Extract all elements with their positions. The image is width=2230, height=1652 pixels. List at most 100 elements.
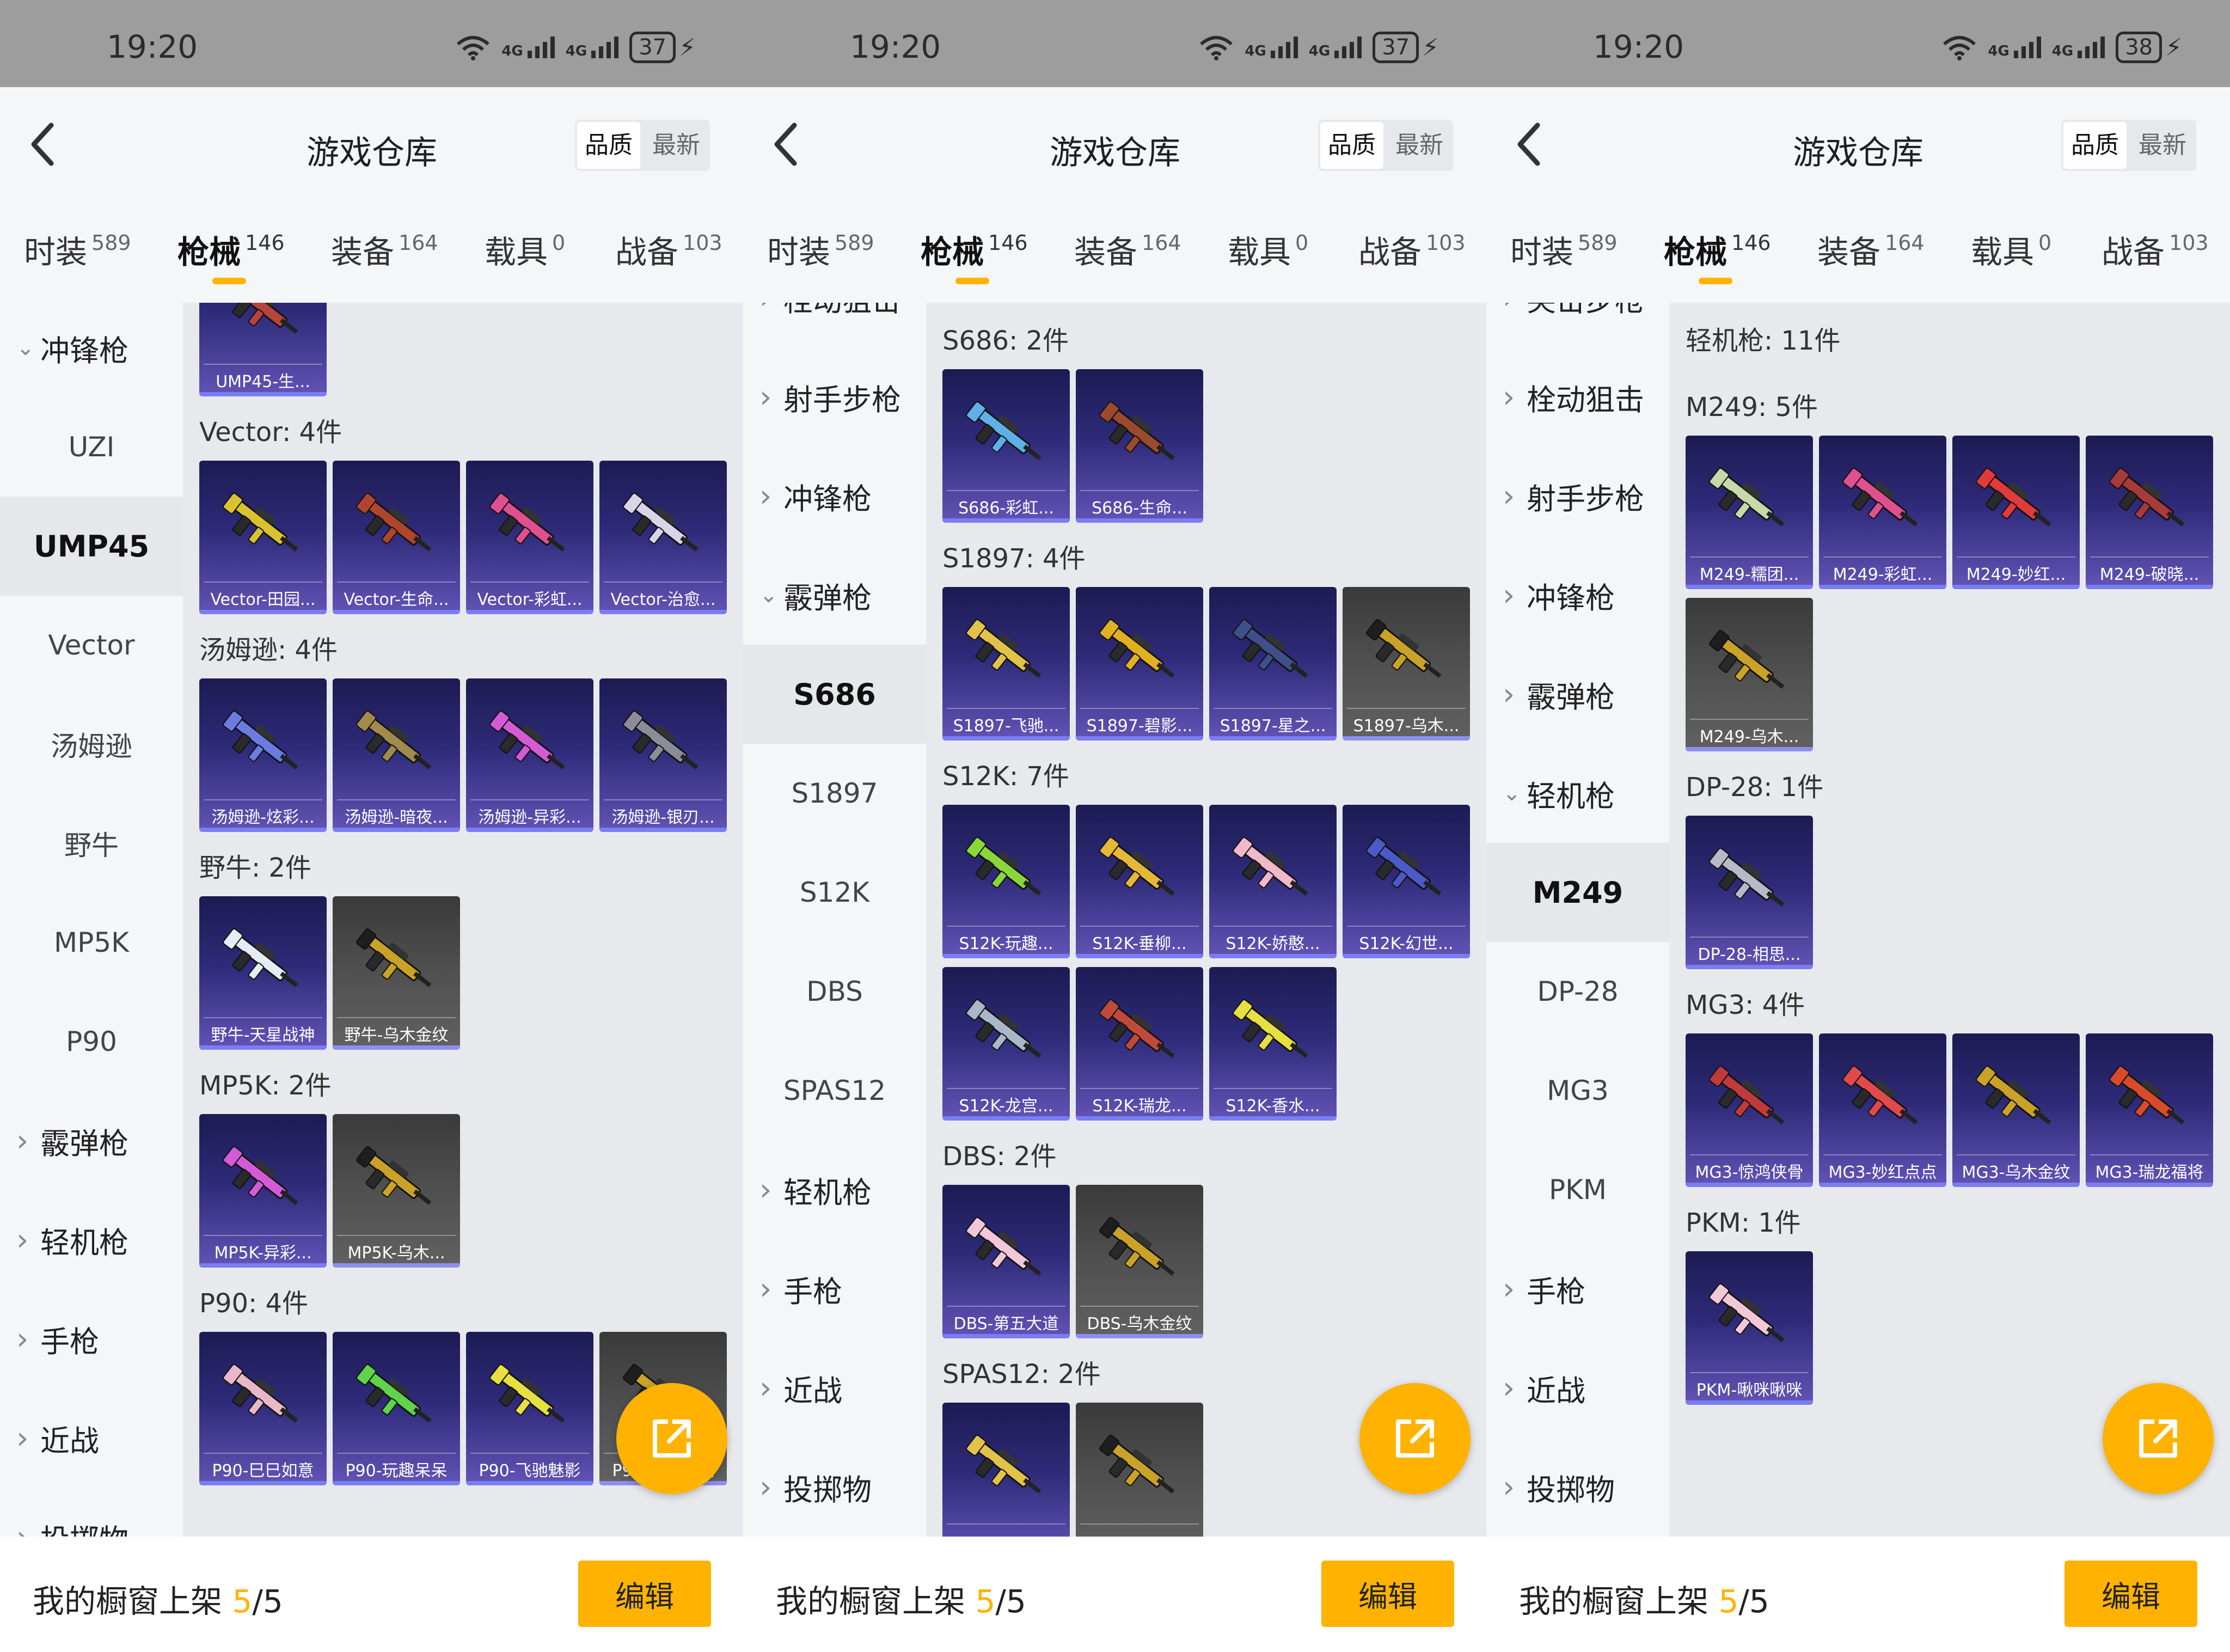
weapon-skin-card[interactable]: MP5K-乌木... [333, 1114, 460, 1268]
sidebar-item-野牛[interactable]: 野牛 [0, 794, 183, 893]
weapon-skin-card[interactable]: Vector-治愈... [599, 461, 727, 614]
weapon-skin-card[interactable]: MG3-乌木金纹 [1952, 1033, 2080, 1187]
tab-fashion[interactable]: 时装 589 [1510, 227, 1618, 272]
weapon-skin-card[interactable]: UMP45-生... [199, 303, 327, 396]
weapon-skin-card[interactable]: S686-生命... [1076, 369, 1203, 523]
tab-firearms[interactable]: 枪械 146 [177, 227, 285, 272]
weapon-skin-card[interactable]: MG3-惊鸿侠骨 [1686, 1033, 1813, 1187]
sidebar-item-突击步枪[interactable]: › 突击步枪 [1486, 303, 1669, 347]
sidebar-item-UMP45[interactable]: UMP45 [0, 497, 183, 596]
tab-supplies[interactable]: 战备 103 [1358, 227, 1466, 272]
weapon-skin-card[interactable]: Vector-田园... [199, 461, 327, 614]
weapon-skin-card[interactable]: S12K-香水... [1209, 967, 1337, 1121]
weapon-skin-card[interactable]: S12K-玩趣... [942, 805, 1070, 958]
sidebar-item-汤姆逊[interactable]: 汤姆逊 [0, 695, 183, 794]
share-floating-button[interactable] [1359, 1383, 1471, 1494]
tab-supplies[interactable]: 战备 103 [615, 227, 722, 272]
sort-by-newest-button[interactable]: 最新 [642, 120, 710, 171]
sidebar-item-Vector[interactable]: Vector [0, 596, 183, 695]
tab-vehicles[interactable]: 载具 0 [485, 227, 565, 272]
weapon-skin-card[interactable] [1076, 1403, 1203, 1537]
sidebar-item-近战[interactable]: › 近战 [743, 1338, 926, 1437]
sidebar-item-轻机枪[interactable]: › 轻机枪 [743, 1140, 926, 1239]
weapon-skin-card[interactable]: DP-28-相思... [1686, 816, 1813, 969]
sidebar-item-栓动狙击[interactable]: › 栓动狙击 [743, 303, 926, 347]
tab-equipment[interactable]: 装备 164 [1817, 227, 1925, 272]
sidebar-item-冲锋枪[interactable]: ⌄ 冲锋枪 [0, 303, 183, 397]
sidebar-item-冲锋枪[interactable]: › 冲锋枪 [743, 446, 926, 546]
edit-button[interactable]: 编辑 [2064, 1561, 2197, 1627]
sidebar-item-P90[interactable]: P90 [0, 992, 183, 1091]
sidebar-item-投掷物[interactable]: › 投掷物 [1486, 1437, 1669, 1537]
tab-equipment[interactable]: 装备 164 [1074, 227, 1181, 272]
weapon-skin-card[interactable]: S1897-碧影... [1076, 587, 1203, 741]
sort-by-quality-button[interactable]: 品质 [1320, 122, 1383, 169]
sidebar-item-轻机枪[interactable]: ⌄ 轻机枪 [1486, 744, 1669, 843]
share-floating-button[interactable] [2103, 1383, 2214, 1494]
tab-vehicles[interactable]: 载具 0 [1228, 227, 1308, 272]
weapon-skin-card[interactable]: M249-妙红... [1952, 436, 2080, 589]
back-arrow-icon[interactable] [1510, 120, 1548, 169]
weapon-skin-card[interactable]: S686-彩虹... [942, 369, 1070, 523]
sidebar-item-霰弹枪[interactable]: › 霰弹枪 [1486, 645, 1669, 744]
tab-vehicles[interactable]: 载具 0 [1971, 227, 2051, 272]
weapon-skin-card[interactable]: 汤姆逊-银刃... [599, 678, 727, 832]
back-arrow-icon[interactable] [24, 120, 62, 169]
weapon-skin-card[interactable]: S12K-瑞龙... [1076, 967, 1203, 1121]
weapon-skin-card[interactable]: Vector-彩虹... [466, 461, 593, 614]
sidebar-item-手枪[interactable]: › 手枪 [0, 1289, 183, 1388]
sidebar-item-DBS[interactable]: DBS [743, 942, 926, 1041]
sidebar-item-S1897[interactable]: S1897 [743, 744, 926, 843]
sidebar-item-轻机枪[interactable]: › 轻机枪 [0, 1190, 183, 1289]
sidebar-item-霰弹枪[interactable]: ⌄ 霰弹枪 [743, 546, 926, 645]
back-arrow-icon[interactable] [767, 120, 805, 169]
weapon-skin-card[interactable]: S12K-娇憨... [1209, 805, 1337, 958]
weapon-skin-card[interactable]: MG3-妙红点点 [1819, 1033, 1946, 1187]
sort-by-quality-button[interactable]: 品质 [2063, 122, 2127, 169]
sidebar-item-栓动狙击[interactable]: › 栓动狙击 [1486, 347, 1669, 446]
sidebar-item-射手步枪[interactable]: › 射手步枪 [1486, 446, 1669, 546]
weapon-skin-card[interactable]: 汤姆逊-炫彩... [199, 678, 327, 832]
sidebar-item-SPAS12[interactable]: SPAS12 [743, 1041, 926, 1140]
tab-fashion[interactable]: 时装 589 [767, 227, 874, 272]
sidebar-item-MP5K[interactable]: MP5K [0, 893, 183, 992]
sidebar-item-UZI[interactable]: UZI [0, 397, 183, 497]
weapon-skin-card[interactable]: 汤姆逊-异彩... [466, 678, 593, 832]
sidebar-item-M249[interactable]: M249 [1486, 843, 1669, 942]
tab-firearms[interactable]: 枪械 146 [921, 227, 1028, 272]
weapon-skin-card[interactable]: M249-破晓... [2086, 436, 2213, 589]
sidebar-item-投掷物[interactable]: › 投掷物 [743, 1437, 926, 1537]
weapon-skin-card[interactable]: 汤姆逊-暗夜... [333, 678, 460, 832]
weapon-skin-card[interactable]: DBS-第五大道 [942, 1185, 1070, 1338]
sidebar-item-MG3[interactable]: MG3 [1486, 1041, 1669, 1140]
sidebar-item-近战[interactable]: › 近战 [1486, 1338, 1669, 1437]
sidebar-item-S12K[interactable]: S12K [743, 843, 926, 942]
sidebar-item-霰弹枪[interactable]: › 霰弹枪 [0, 1091, 183, 1190]
weapon-skin-card[interactable]: DBS-乌木金纹 [1076, 1185, 1203, 1338]
edit-button[interactable]: 编辑 [1321, 1561, 1454, 1627]
sidebar-item-PKM[interactable]: PKM [1486, 1140, 1669, 1239]
share-floating-button[interactable] [616, 1383, 727, 1494]
sidebar-item-冲锋枪[interactable]: › 冲锋枪 [1486, 546, 1669, 645]
weapon-skin-card[interactable]: P90-玩趣呆呆 [333, 1332, 460, 1485]
weapon-skin-card[interactable]: S12K-幻世... [1343, 805, 1470, 958]
sidebar-item-DP-28[interactable]: DP-28 [1486, 942, 1669, 1041]
weapon-skin-card[interactable]: 野牛-天星战神 [199, 896, 327, 1050]
weapon-skin-card[interactable] [942, 1403, 1070, 1537]
weapon-skin-card[interactable]: 野牛-乌木金纹 [333, 896, 460, 1050]
edit-button[interactable]: 编辑 [578, 1561, 711, 1627]
sort-by-newest-button[interactable]: 最新 [1386, 120, 1453, 171]
sort-by-quality-button[interactable]: 品质 [577, 122, 640, 169]
weapon-skin-card[interactable]: M249-糯团... [1686, 436, 1813, 589]
sidebar-item-近战[interactable]: › 近战 [0, 1388, 183, 1488]
weapon-skin-card[interactable]: M249-乌木... [1686, 598, 1813, 751]
weapon-skin-card[interactable]: PKM-啾咪啾咪 [1686, 1251, 1813, 1405]
weapon-skin-card[interactable]: M249-彩虹... [1819, 436, 1946, 589]
weapon-skin-card[interactable]: S12K-垂柳... [1076, 805, 1203, 958]
tab-fashion[interactable]: 时装 589 [24, 227, 131, 272]
sort-by-newest-button[interactable]: 最新 [2129, 120, 2196, 171]
weapon-skin-card[interactable]: P90-巳巳如意 [199, 1332, 327, 1485]
tab-supplies[interactable]: 战备 103 [2102, 227, 2209, 272]
weapon-skin-card[interactable]: S1897-乌木... [1343, 587, 1470, 741]
sidebar-item-投掷物[interactable]: › 投掷物 [0, 1488, 183, 1537]
